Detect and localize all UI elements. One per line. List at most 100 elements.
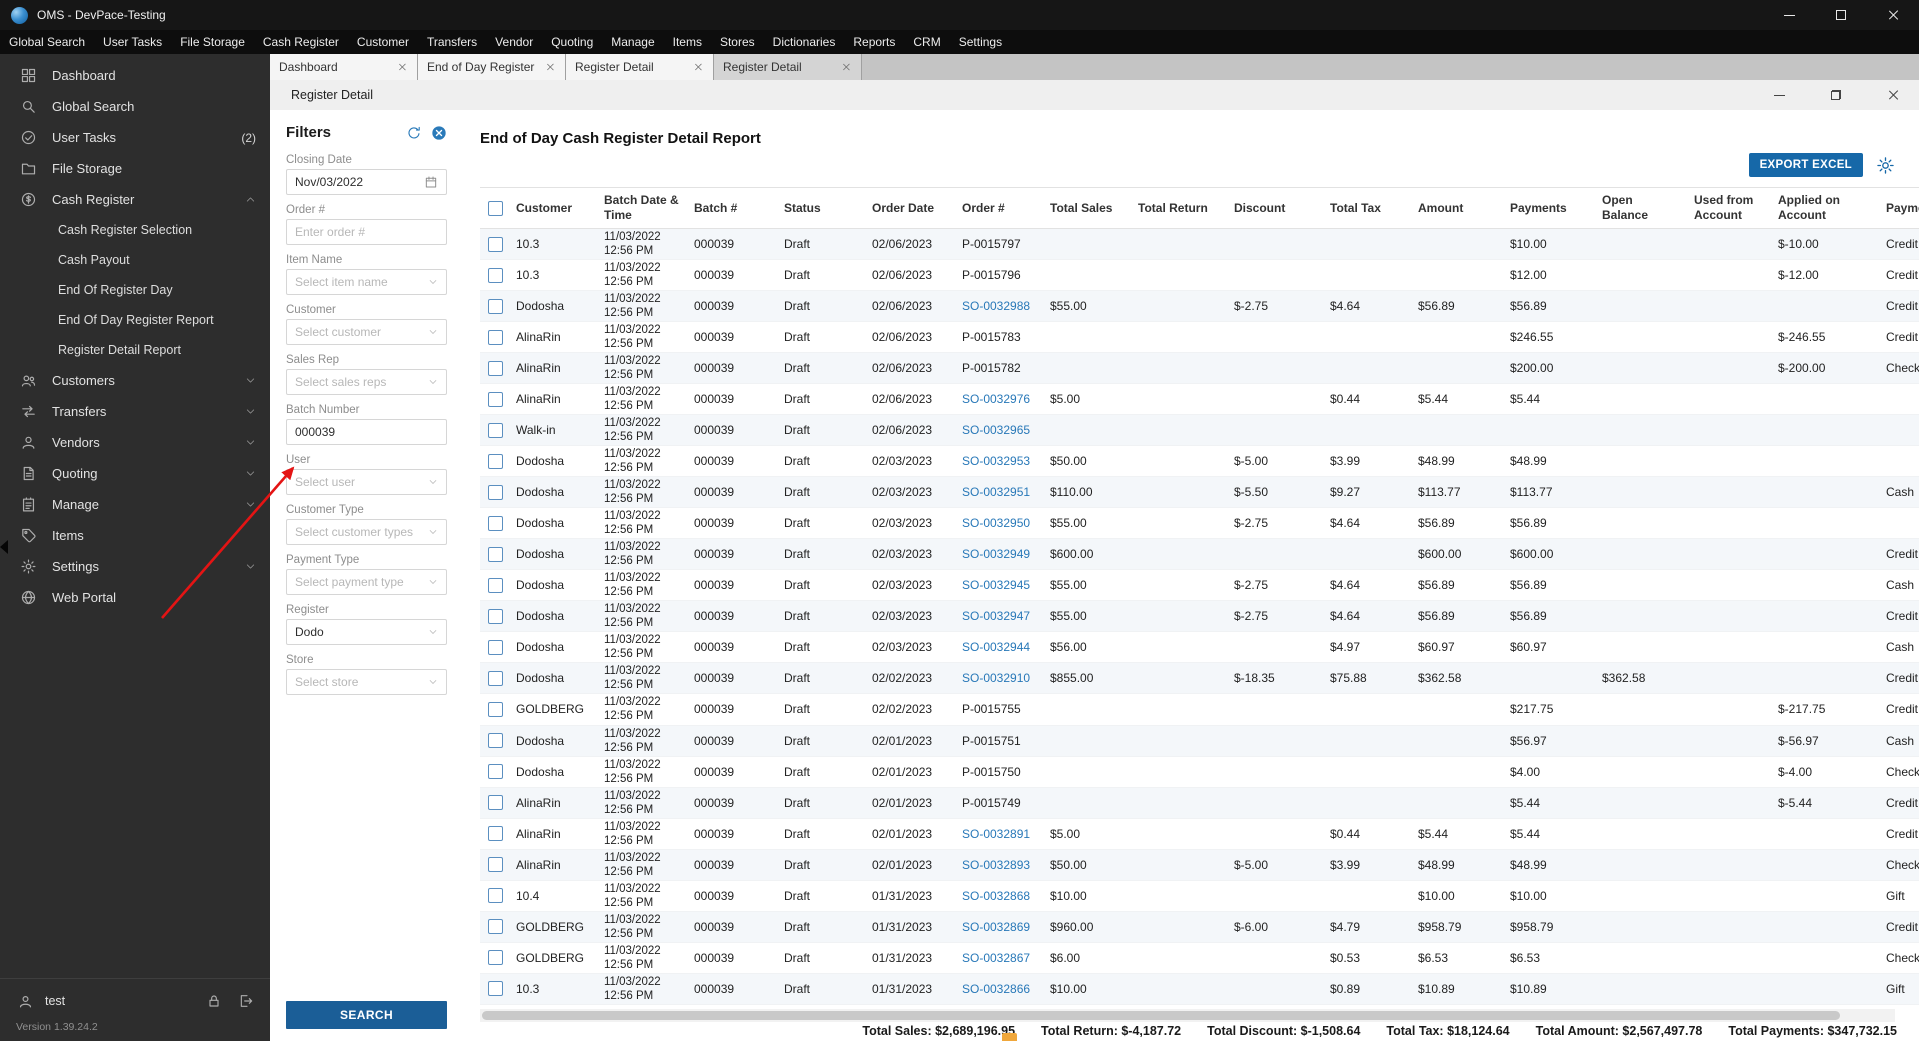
- order-link[interactable]: SO-0032869: [962, 920, 1030, 934]
- order-link[interactable]: SO-0032947: [962, 609, 1030, 623]
- row-checkbox[interactable]: [487, 608, 503, 624]
- order-link[interactable]: SO-0032976: [962, 392, 1030, 406]
- column-header-order-date[interactable]: Order Date: [866, 188, 956, 229]
- table-row[interactable]: Dodosha 11/03/2022 12:56 PM 000039 Draft 02/0…: [480, 508, 1919, 539]
- inner-close-button[interactable]: [1887, 89, 1899, 101]
- gear-icon[interactable]: [1876, 156, 1895, 175]
- menu-item-dictionaries[interactable]: Dictionaries: [764, 35, 845, 49]
- table-row[interactable]: Dodosha 11/03/2022 12:56 PM 000039 Draft 02/0…: [480, 476, 1919, 508]
- order-link[interactable]: SO-0032945: [962, 578, 1030, 592]
- clear-filters-icon[interactable]: [431, 125, 447, 141]
- filter-input-order[interactable]: Enter order #: [286, 219, 447, 245]
- row-checkbox[interactable]: [487, 298, 503, 314]
- close-tab-icon[interactable]: [546, 63, 555, 72]
- filter-input-store[interactable]: Select store: [286, 669, 447, 695]
- menu-item-crm[interactable]: CRM: [904, 35, 949, 49]
- order-link[interactable]: SO-0032949: [962, 547, 1030, 561]
- tab-register-detail[interactable]: Register Detail: [566, 54, 714, 80]
- table-row[interactable]: Dodosha 11/03/2022 12:56 PM 000039 Draft 02/0…: [480, 632, 1919, 663]
- menu-item-cash-register[interactable]: Cash Register: [254, 35, 348, 49]
- table-row[interactable]: 10.3 11/03/2022 12:56 PM 000039 Draft 01/31/2…: [480, 973, 1919, 1005]
- filter-input-payment-type[interactable]: Select payment type: [286, 569, 447, 595]
- row-checkbox[interactable]: [487, 484, 503, 500]
- column-header-total-tax[interactable]: Total Tax: [1324, 188, 1412, 229]
- tab-end-of-day-register[interactable]: End of Day Register: [418, 54, 566, 80]
- table-row[interactable]: AlinaRin 11/03/2022 12:56 PM 000039 Draft 02/…: [480, 352, 1919, 384]
- order-link[interactable]: SO-0032893: [962, 858, 1030, 872]
- order-link[interactable]: SO-0032953: [962, 454, 1030, 468]
- order-link[interactable]: SO-0032951: [962, 485, 1030, 499]
- column-header-customer[interactable]: Customer: [510, 188, 598, 229]
- row-checkbox[interactable]: [487, 422, 503, 438]
- order-link[interactable]: SO-0032868: [962, 889, 1030, 903]
- table-row[interactable]: Dodosha 11/03/2022 12:56 PM 000039 Draft 02/0…: [480, 446, 1919, 477]
- order-link[interactable]: SO-0032944: [962, 640, 1030, 654]
- row-checkbox[interactable]: [487, 360, 503, 376]
- table-row[interactable]: Dodosha 11/03/2022 12:56 PM 000039 Draft 02/0…: [480, 662, 1919, 694]
- row-checkbox[interactable]: [487, 670, 503, 686]
- filter-input-user[interactable]: Select user: [286, 469, 447, 495]
- column-header-used-from-account[interactable]: Used from Account: [1688, 188, 1772, 229]
- menu-item-manage[interactable]: Manage: [602, 35, 663, 49]
- filter-input-closing-date[interactable]: Nov/03/2022: [286, 169, 447, 195]
- row-checkbox[interactable]: [487, 733, 503, 749]
- table-row[interactable]: 10.3 11/03/2022 12:56 PM 000039 Draft 02/06/2…: [480, 228, 1919, 260]
- sidebar-item-manage[interactable]: Manage: [0, 489, 270, 520]
- row-checkbox[interactable]: [487, 639, 503, 655]
- row-checkbox[interactable]: [487, 919, 503, 935]
- row-checkbox[interactable]: [487, 888, 503, 904]
- column-header-batch-date-time[interactable]: Batch Date & Time: [598, 188, 688, 229]
- filter-input-sales-rep[interactable]: Select sales reps: [286, 369, 447, 395]
- row-checkbox[interactable]: [487, 577, 503, 593]
- column-header-payments[interactable]: Payments: [1504, 188, 1596, 229]
- sidebar-item-cash-register-selection[interactable]: Cash Register Selection: [0, 215, 270, 245]
- order-link[interactable]: SO-0032965: [962, 423, 1030, 437]
- order-link[interactable]: SO-0032891: [962, 827, 1030, 841]
- row-checkbox[interactable]: [487, 546, 503, 562]
- sidebar-item-cash-payout[interactable]: Cash Payout: [0, 245, 270, 275]
- maximize-button[interactable]: [1815, 0, 1867, 30]
- scrollbar-thumb[interactable]: [482, 1010, 1841, 1020]
- table-row[interactable]: 10.4 11/03/2022 12:56 PM 000039 Draft 01/31/2…: [480, 880, 1919, 912]
- order-link[interactable]: SO-0032950: [962, 516, 1030, 530]
- row-checkbox[interactable]: [487, 236, 503, 252]
- row-checkbox[interactable]: [487, 764, 503, 780]
- menu-item-customer[interactable]: Customer: [348, 35, 418, 49]
- table-row[interactable]: AlinaRin 11/03/2022 12:56 PM 000039 Draft 02/…: [480, 322, 1919, 353]
- row-checkbox[interactable]: [487, 826, 503, 842]
- column-header-order[interactable]: Order #: [956, 188, 1044, 229]
- menu-item-reports[interactable]: Reports: [844, 35, 904, 49]
- row-checkbox[interactable]: [487, 391, 503, 407]
- menu-item-vendor[interactable]: Vendor: [486, 35, 542, 49]
- close-tab-icon[interactable]: [842, 63, 851, 72]
- tab-dashboard[interactable]: Dashboard: [270, 54, 418, 80]
- sidebar-item-items[interactable]: Items: [0, 520, 270, 551]
- table-row[interactable]: Dodosha 11/03/2022 12:56 PM 000039 Draft 02/0…: [480, 725, 1919, 757]
- sidebar-item-transfers[interactable]: Transfers: [0, 396, 270, 427]
- lock-icon[interactable]: [206, 993, 222, 1009]
- sidebar-item-global-search[interactable]: Global Search: [0, 91, 270, 122]
- table-row[interactable]: GOLDBERG 11/03/2022 12:56 PM 000039 Draft 01/…: [480, 911, 1919, 943]
- filter-input-item-name[interactable]: Select item name: [286, 269, 447, 295]
- column-header-total-sales[interactable]: Total Sales: [1044, 188, 1132, 229]
- row-checkbox[interactable]: [487, 701, 503, 717]
- sidebar-item-cash-register[interactable]: Cash Register: [0, 184, 270, 215]
- column-header-open-balance[interactable]: Open Balance: [1596, 188, 1688, 229]
- export-excel-button[interactable]: EXPORT EXCEL: [1748, 153, 1863, 177]
- row-checkbox[interactable]: [487, 857, 503, 873]
- menu-item-user-tasks[interactable]: User Tasks: [94, 35, 171, 49]
- menu-item-items[interactable]: Items: [664, 35, 711, 49]
- filter-input-batch-number[interactable]: 000039: [286, 419, 447, 445]
- column-header-applied-on-account[interactable]: Applied on Account: [1772, 188, 1880, 229]
- table-row[interactable]: GOLDBERG 11/03/2022 12:56 PM 000039 Draft 01/…: [480, 942, 1919, 974]
- sidebar-item-file-storage[interactable]: File Storage: [0, 153, 270, 184]
- tab-register-detail[interactable]: Register Detail: [714, 54, 862, 80]
- close-tab-icon[interactable]: [694, 63, 703, 72]
- menu-item-stores[interactable]: Stores: [711, 35, 764, 49]
- menu-item-file-storage[interactable]: File Storage: [171, 35, 254, 49]
- column-header-status[interactable]: Status: [778, 188, 866, 229]
- sidebar-item-settings[interactable]: Settings: [0, 551, 270, 582]
- inner-restore-button[interactable]: [1831, 90, 1841, 100]
- table-row[interactable]: Dodosha 11/03/2022 12:56 PM 000039 Draft 02/0…: [480, 290, 1919, 322]
- order-link[interactable]: SO-0032988: [962, 299, 1030, 313]
